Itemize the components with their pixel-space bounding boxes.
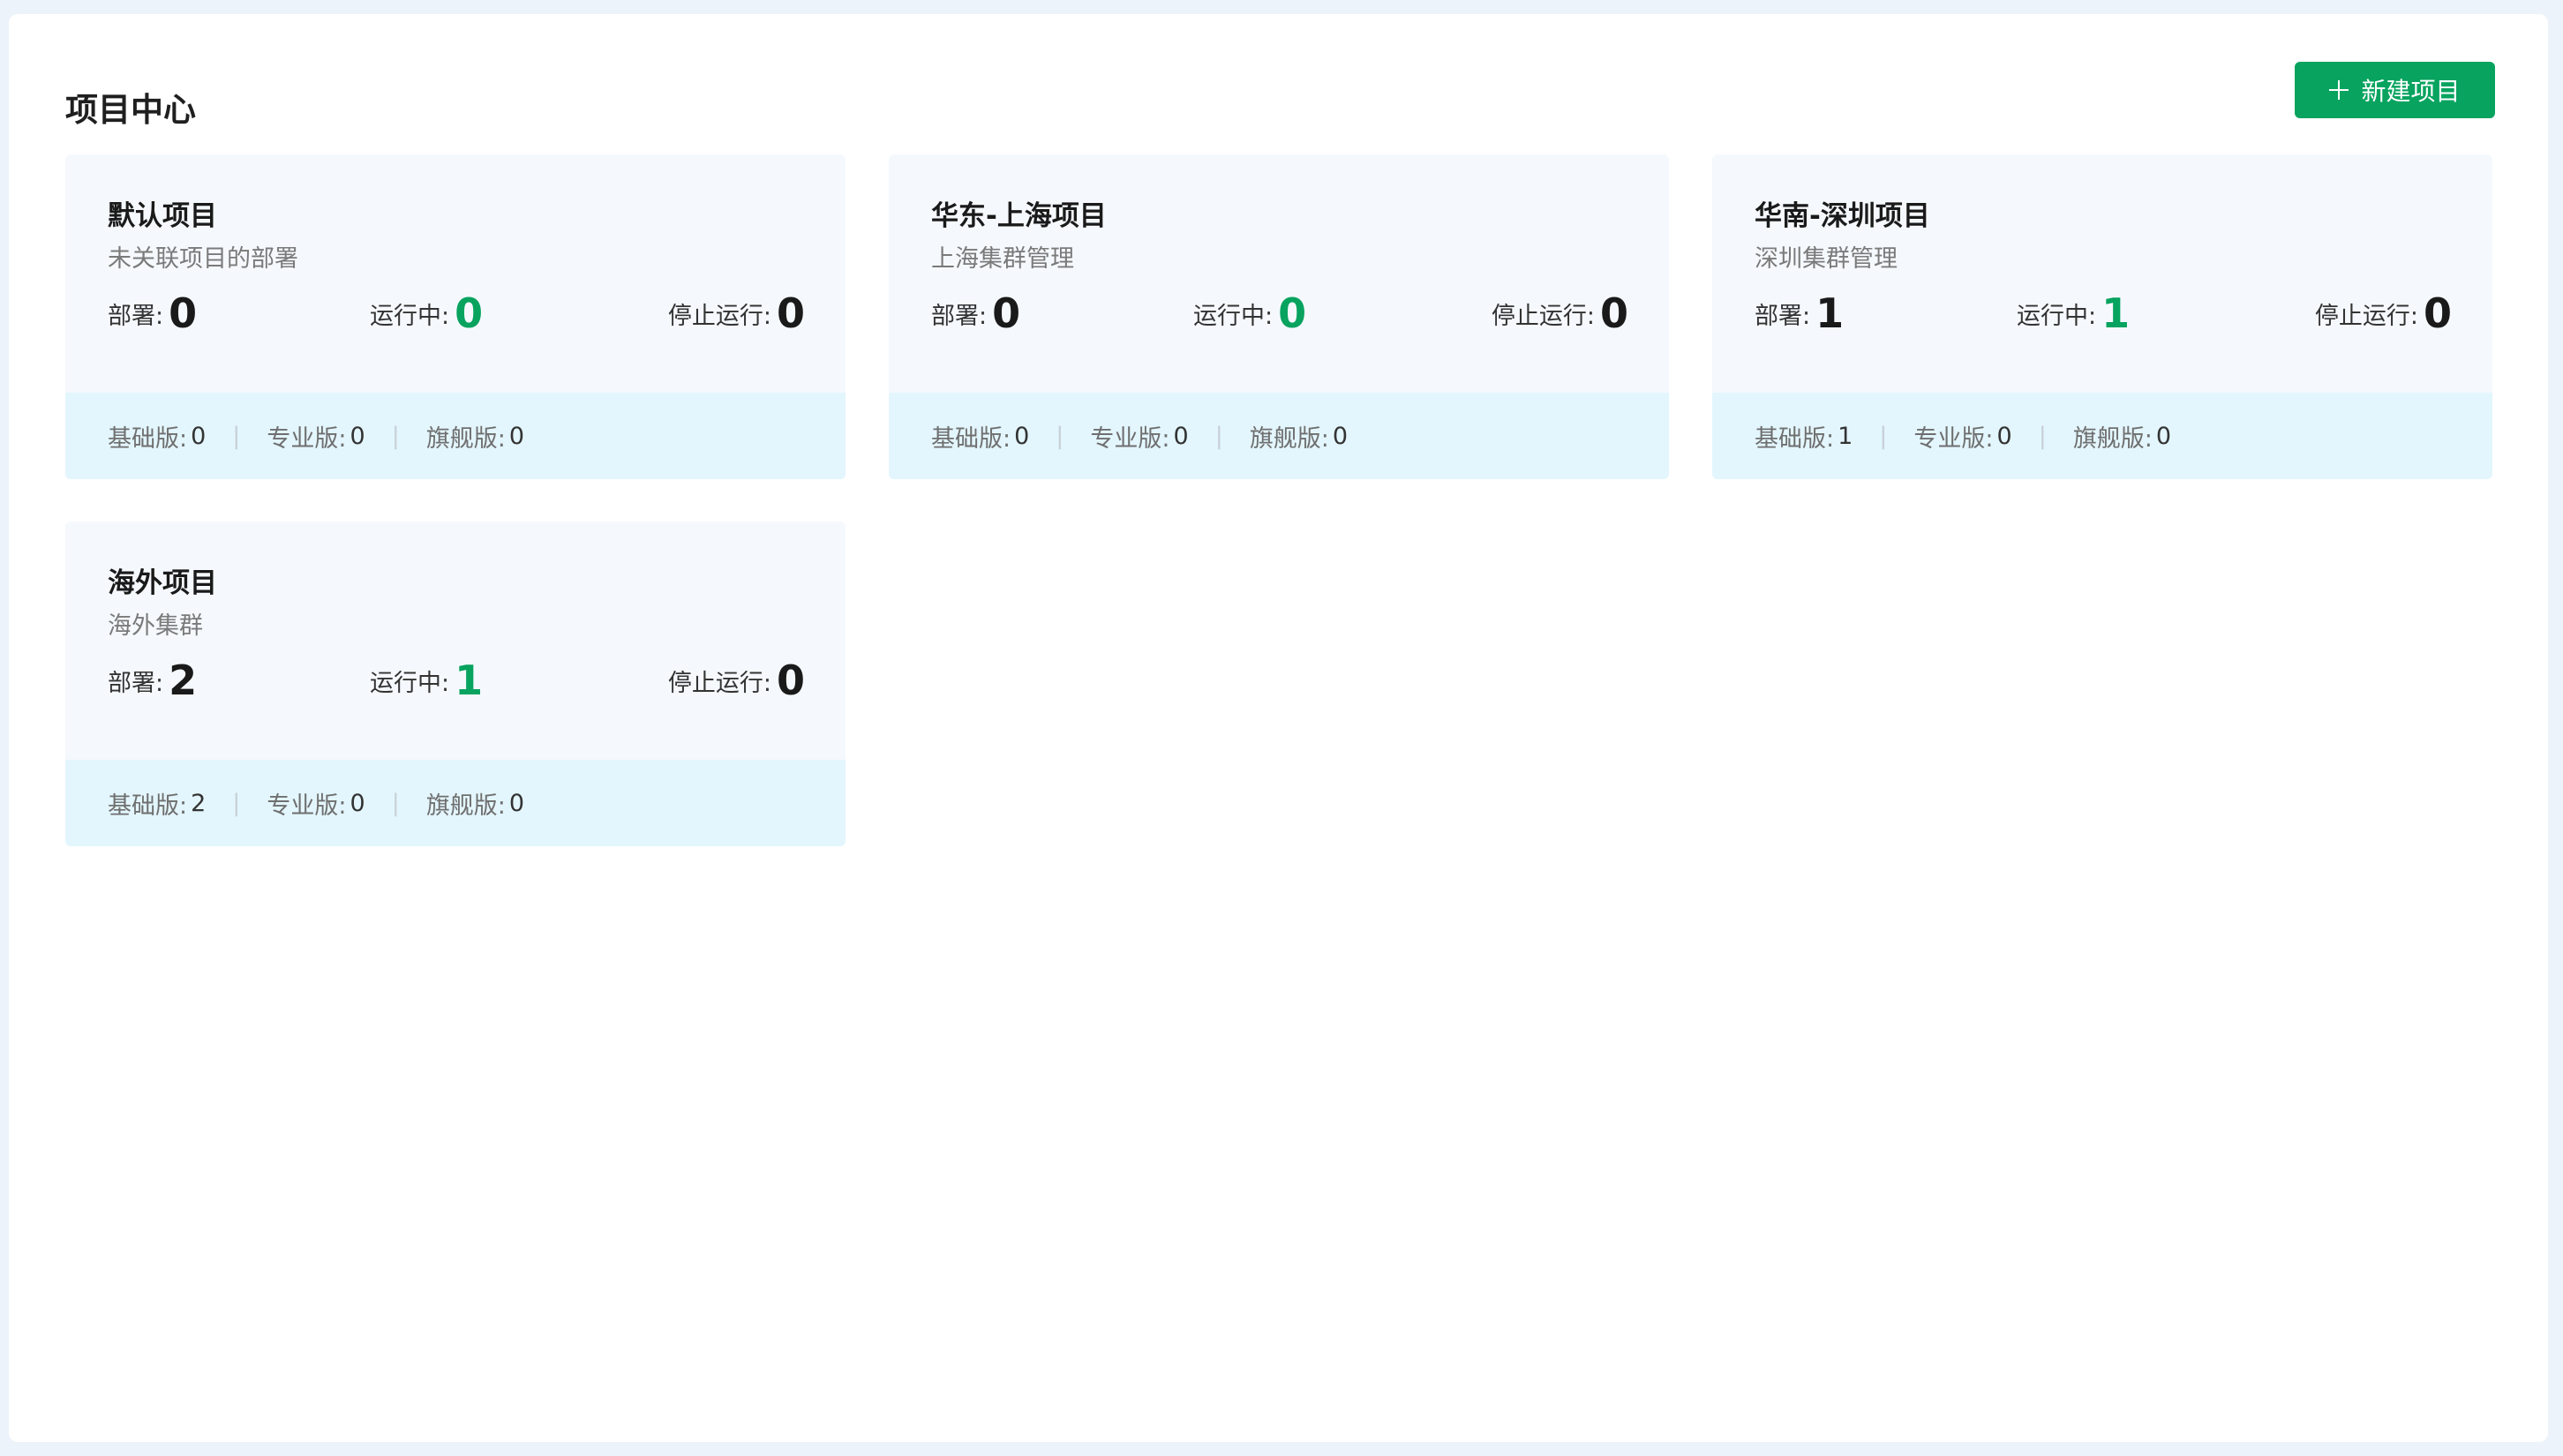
- running-stat: 运行中: 1: [370, 654, 483, 707]
- basic-count: 0: [1014, 422, 1030, 450]
- divider: |: [391, 789, 400, 817]
- new-project-button-label: 新建项目: [2361, 77, 2461, 106]
- deploy-count: 0: [169, 289, 198, 337]
- running-count: 1: [2101, 289, 2131, 337]
- edition-summary: 基础版: 2 | 专业版: 0 | 旗舰版: 0: [65, 760, 846, 846]
- stopped-count: 0: [2423, 289, 2452, 337]
- stopped-stat: 停止运行: 0: [668, 654, 805, 707]
- stopped-count: 0: [1599, 289, 1628, 337]
- running-label: 运行中:: [1193, 302, 1274, 330]
- project-description: 未关联项目的部署: [108, 245, 298, 273]
- deploy-count: 2: [169, 657, 198, 704]
- deploy-stat: 部署: 0: [931, 287, 1020, 340]
- flagship-label: 旗舰版:: [2072, 424, 2153, 453]
- project-description: 深圳集群管理: [1755, 245, 1898, 273]
- basic-label: 基础版:: [1755, 424, 1835, 453]
- pro-count: 0: [1173, 422, 1189, 450]
- pro-label: 专业版:: [1090, 424, 1170, 453]
- stopped-stat: 停止运行: 0: [1492, 287, 1628, 340]
- flagship-count: 0: [508, 422, 525, 450]
- basic-count: 1: [1838, 422, 1853, 450]
- deploy-label: 部署:: [1755, 302, 1811, 330]
- deploy-count: 0: [992, 289, 1021, 337]
- flagship-label: 旗舰版:: [1249, 424, 1329, 453]
- running-label: 运行中:: [2017, 302, 2097, 330]
- stopped-label: 停止运行:: [667, 302, 771, 330]
- flagship-count: 0: [508, 789, 525, 817]
- stopped-stat: 停止运行: 0: [668, 287, 805, 340]
- divider: |: [2038, 422, 2047, 450]
- deploy-stat: 部署: 2: [108, 654, 197, 707]
- flagship-count: 0: [1332, 422, 1349, 450]
- project-description: 上海集群管理: [931, 245, 1074, 273]
- divider: |: [391, 422, 400, 450]
- divider: |: [232, 789, 241, 817]
- basic-label: 基础版:: [108, 424, 188, 453]
- pro-label: 专业版:: [1913, 424, 1994, 453]
- stopped-label: 停止运行:: [2314, 302, 2418, 330]
- running-label: 运行中:: [370, 302, 450, 330]
- running-stat: 运行中: 1: [2017, 287, 2130, 340]
- deploy-stat: 部署: 1: [1755, 287, 1844, 340]
- page-title: 项目中心: [65, 91, 196, 129]
- flagship-label: 旗舰版:: [425, 424, 506, 453]
- divider: |: [1214, 422, 1223, 450]
- stopped-label: 停止运行:: [667, 669, 771, 697]
- edition-summary: 基础版: 0 | 专业版: 0 | 旗舰版: 0: [889, 393, 1669, 479]
- divider: |: [1056, 422, 1064, 450]
- divider: |: [232, 422, 241, 450]
- stopped-count: 0: [776, 657, 805, 704]
- edition-summary: 基础版: 0 | 专业版: 0 | 旗舰版: 0: [65, 393, 846, 479]
- pro-label: 专业版:: [267, 424, 347, 453]
- running-label: 运行中:: [370, 669, 450, 697]
- running-stat: 运行中: 0: [370, 287, 483, 340]
- deploy-stat: 部署: 0: [108, 287, 197, 340]
- basic-count: 0: [191, 422, 207, 450]
- project-card[interactable]: 默认项目 未关联项目的部署 部署: 0 运行中: 0 停止运行: 0 基础版: …: [65, 154, 846, 479]
- deploy-label: 部署:: [108, 302, 164, 330]
- stopped-stat: 停止运行: 0: [2315, 287, 2452, 340]
- pro-count: 0: [1996, 422, 2012, 450]
- project-name: 默认项目: [108, 200, 217, 232]
- edition-summary: 基础版: 1 | 专业版: 0 | 旗舰版: 0: [1712, 393, 2492, 479]
- divider: |: [1879, 422, 1888, 450]
- basic-label: 基础版:: [931, 424, 1011, 453]
- new-project-button[interactable]: 新建项目: [2295, 62, 2495, 118]
- deploy-label: 部署:: [108, 669, 164, 697]
- flagship-count: 0: [2155, 422, 2172, 450]
- project-card[interactable]: 海外项目 海外集群 部署: 2 运行中: 1 停止运行: 0 基础版: 2 | …: [65, 522, 846, 846]
- stopped-label: 停止运行:: [1491, 302, 1595, 330]
- plus-icon: [2329, 80, 2349, 100]
- project-card[interactable]: 华南-深圳项目 深圳集群管理 部署: 1 运行中: 1 停止运行: 0 基础版:…: [1712, 154, 2492, 479]
- pro-count: 0: [350, 422, 365, 450]
- project-name: 华东-上海项目: [931, 200, 1107, 232]
- deploy-count: 1: [1815, 289, 1845, 337]
- running-count: 0: [455, 289, 484, 337]
- project-name: 华南-深圳项目: [1755, 200, 1930, 232]
- stopped-count: 0: [776, 289, 805, 337]
- running-stat: 运行中: 0: [1193, 287, 1306, 340]
- project-description: 海外集群: [108, 612, 203, 640]
- project-card[interactable]: 华东-上海项目 上海集群管理 部署: 0 运行中: 0 停止运行: 0 基础版:…: [889, 154, 1669, 479]
- deploy-label: 部署:: [931, 302, 988, 330]
- pro-label: 专业版:: [267, 792, 347, 820]
- flagship-label: 旗舰版:: [425, 792, 506, 820]
- basic-count: 2: [191, 789, 207, 817]
- running-count: 1: [455, 657, 484, 704]
- running-count: 0: [1278, 289, 1307, 337]
- basic-label: 基础版:: [108, 792, 188, 820]
- project-name: 海外项目: [108, 567, 217, 599]
- pro-count: 0: [350, 789, 365, 817]
